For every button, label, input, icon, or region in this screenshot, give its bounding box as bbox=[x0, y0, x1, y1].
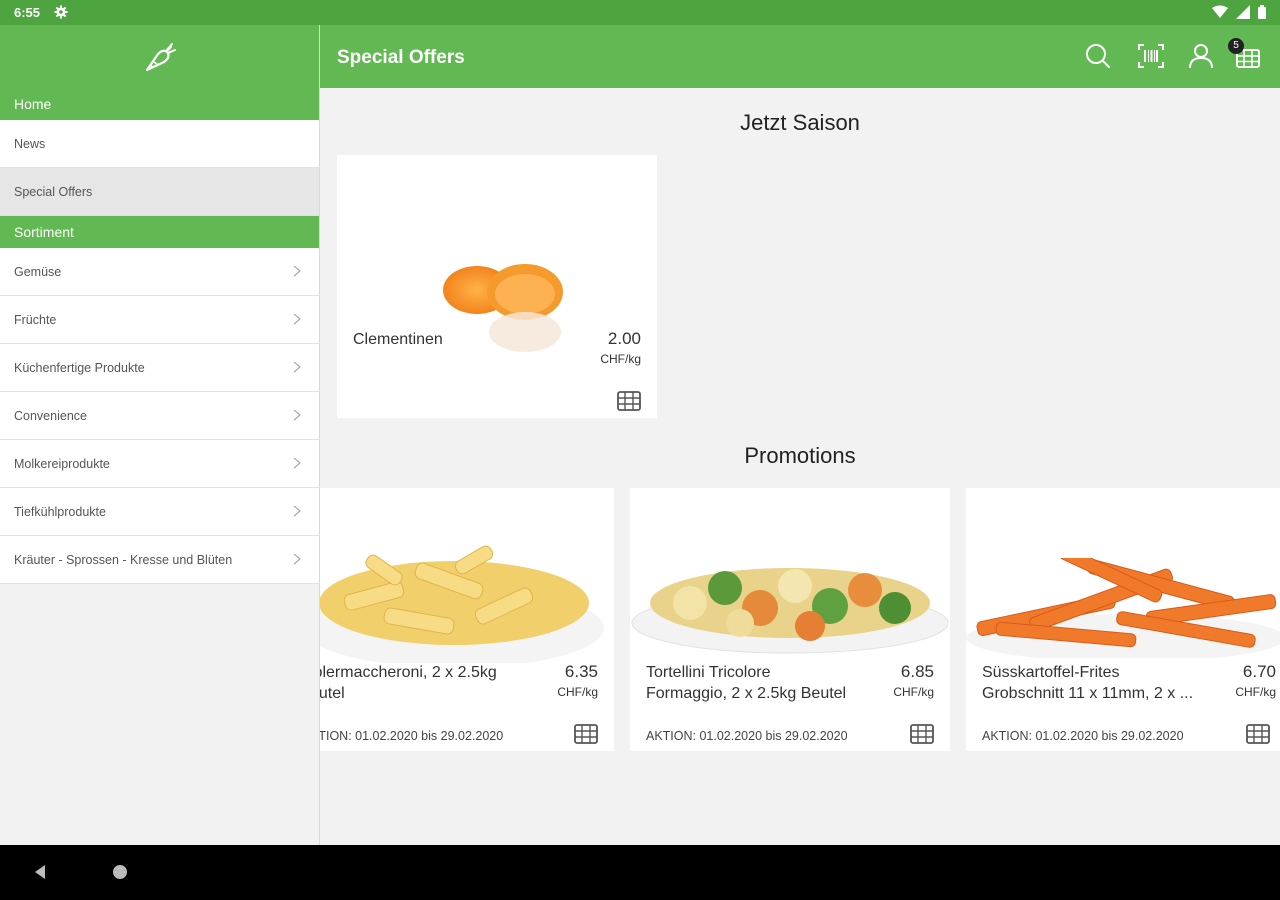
product-name-line1: Tortellini Tricolore bbox=[646, 664, 771, 681]
carrot-logo-icon[interactable] bbox=[142, 40, 178, 74]
back-icon[interactable] bbox=[32, 864, 48, 880]
sidebar: Home News Special Offers Sortiment Gemüs… bbox=[0, 25, 320, 845]
sidebar-item-kraeuter[interactable]: Kräuter - Sprossen - Kresse und Blüten bbox=[0, 536, 319, 584]
product-price: 6.70 bbox=[1242, 662, 1276, 681]
promotion-period: AKTION: 01.02.2020 bis 29.02.2020 bbox=[982, 729, 1184, 743]
main-content: Jetzt Saison Clementinen 2.00 CHF/kg Pro… bbox=[320, 88, 1280, 845]
aelplermaccheroni-image bbox=[320, 545, 604, 663]
sidebar-item-label: News bbox=[14, 136, 46, 151]
product-name: Clementinen bbox=[353, 331, 443, 348]
sidebar-item-label: Kräuter - Sprossen - Kresse und Blüten bbox=[14, 552, 233, 567]
add-to-basket-icon[interactable] bbox=[1245, 721, 1271, 745]
chevron-right-icon bbox=[293, 265, 301, 277]
add-to-basket-icon[interactable] bbox=[909, 721, 935, 745]
chevron-right-icon bbox=[293, 361, 301, 373]
chevron-right-icon bbox=[293, 313, 301, 325]
cart-button[interactable]: 5 bbox=[1228, 38, 1262, 70]
settings-gear-icon bbox=[54, 5, 68, 19]
chevron-right-icon bbox=[293, 505, 301, 517]
account-icon[interactable] bbox=[1187, 42, 1215, 70]
tortellini-image bbox=[631, 568, 949, 654]
barcode-scan-icon[interactable] bbox=[1137, 42, 1165, 70]
sidebar-item-label: Küchenfertige Produkte bbox=[14, 360, 145, 375]
sidebar-item-tiefkuehlprodukte[interactable]: Tiefkühlprodukte bbox=[0, 488, 319, 536]
sidebar-item-label: Früchte bbox=[14, 312, 57, 327]
sidebar-item-label: Gemüse bbox=[14, 264, 62, 279]
sidebar-item-news[interactable]: News bbox=[0, 120, 319, 168]
promotion-card[interactable]: lplermaccheroni, 2 x 2.5kg eutel 6.35 CH… bbox=[320, 488, 614, 751]
promotion-period: AKTION: 01.02.2020 bis 29.02.2020 bbox=[646, 729, 848, 743]
app-bar: Special Offers 5 bbox=[320, 25, 1280, 88]
product-name-line1: Süsskartoffel-Frites bbox=[982, 664, 1120, 681]
promotions-title: Promotions bbox=[744, 443, 856, 468]
product-price-unit: CHF/kg bbox=[1235, 685, 1276, 699]
sidebar-item-label: Tiefkühlprodukte bbox=[14, 504, 106, 519]
product-price-unit: CHF/kg bbox=[893, 685, 934, 699]
product-name-line2: Formaggio, 2 x 2.5kg Beutel bbox=[646, 685, 847, 702]
promotion-card[interactable]: Süsskartoffel-Frites Grobschnitt 11 x 11… bbox=[966, 488, 1280, 751]
add-to-basket-icon[interactable] bbox=[573, 721, 599, 745]
product-name-line2: Grobschnitt 11 x 11mm, 2 x ... bbox=[982, 685, 1194, 702]
cart-count-badge: 5 bbox=[1228, 38, 1244, 54]
season-product-card[interactable]: Clementinen 2.00 CHF/kg bbox=[337, 155, 657, 418]
battery-icon bbox=[1258, 5, 1266, 19]
suesskartoffel-frites-image bbox=[966, 558, 1280, 658]
product-price-unit: CHF/kg bbox=[557, 685, 598, 699]
status-time: 6:55 bbox=[14, 5, 41, 20]
sidebar-item-label: Molkereiprodukte bbox=[14, 456, 110, 471]
product-price: 6.35 bbox=[564, 662, 598, 681]
sidebar-item-molkereiprodukte[interactable]: Molkereiprodukte bbox=[0, 440, 319, 488]
product-price: 2.00 bbox=[607, 329, 641, 348]
system-icons bbox=[1212, 5, 1266, 19]
chevron-right-icon bbox=[293, 457, 301, 469]
sidebar-item-convenience[interactable]: Convenience bbox=[0, 392, 319, 440]
sidebar-logo-area bbox=[0, 25, 319, 88]
add-to-basket-icon[interactable] bbox=[616, 388, 642, 412]
status-bar: 6:55 bbox=[0, 0, 1280, 25]
sidebar-item-label: Special Offers bbox=[14, 184, 93, 199]
cellular-signal-icon bbox=[1236, 5, 1250, 19]
product-name-line1: lplermaccheroni, 2 x 2.5kg bbox=[320, 664, 497, 681]
sidebar-item-label: Convenience bbox=[14, 408, 87, 423]
season-title: Jetzt Saison bbox=[740, 110, 860, 135]
product-price: 6.85 bbox=[900, 662, 934, 681]
product-price-unit: CHF/kg bbox=[600, 352, 641, 366]
home-icon[interactable] bbox=[112, 864, 128, 880]
chevron-right-icon bbox=[293, 553, 301, 565]
wifi-icon bbox=[1212, 5, 1228, 18]
clementine-image bbox=[443, 264, 563, 352]
chevron-right-icon bbox=[293, 409, 301, 421]
promotion-card[interactable]: Tortellini Tricolore Formaggio, 2 x 2.5k… bbox=[630, 488, 950, 751]
sidebar-item-kuechenfertige-produkte[interactable]: Küchenfertige Produkte bbox=[0, 344, 319, 392]
system-nav-bar bbox=[0, 845, 1280, 900]
sidebar-item-gemuese[interactable]: Gemüse bbox=[0, 248, 319, 296]
sidebar-item-special-offers[interactable]: Special Offers bbox=[0, 168, 319, 216]
section-header-sortiment[interactable]: Sortiment bbox=[0, 216, 319, 248]
promotion-period: KTION: 01.02.2020 bis 29.02.2020 bbox=[320, 729, 504, 743]
search-icon[interactable] bbox=[1084, 42, 1112, 70]
page-title: Special Offers bbox=[337, 47, 465, 68]
section-header-home[interactable]: Home bbox=[0, 88, 319, 120]
product-name-line2: eutel bbox=[320, 685, 345, 702]
sidebar-item-fruechte[interactable]: Früchte bbox=[0, 296, 319, 344]
